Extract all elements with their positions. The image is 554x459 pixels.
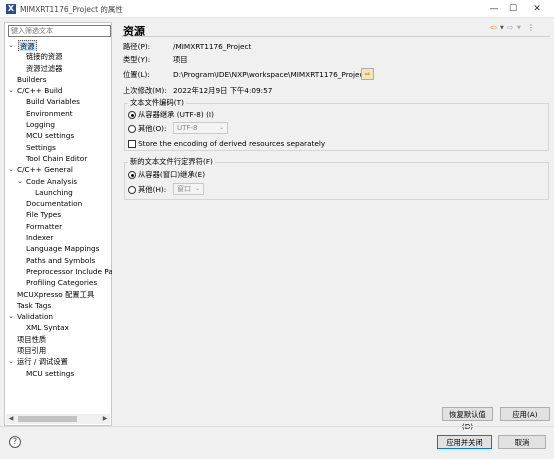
menu-icon[interactable]: ⋮ [527,23,535,32]
minimize-icon[interactable]: — [486,2,502,16]
property-tree: ⌄ 资源 链接的资源 资源过滤器 Builders ⌄ C/C++ Build … [5,40,112,379]
chevron-down-icon[interactable]: ⌄ [7,40,15,51]
scroll-left-icon[interactable]: ◀ [6,414,16,424]
tree-item-documentation[interactable]: Documentation [5,198,112,209]
tree-item-project-natures[interactable]: 项目性质 [5,334,112,345]
chevron-down-icon: ⌄ [194,185,200,192]
chevron-down-icon[interactable]: ⌄ [7,311,15,322]
navigation-pane: ⌄ 资源 链接的资源 资源过滤器 Builders ⌄ C/C++ Build … [4,22,112,426]
chevron-down-icon[interactable]: ⌄ [7,356,15,367]
encoding-legend: 文本文件编码(T) [128,98,186,108]
delimiter-other-label[interactable]: 其他(H): [138,185,166,195]
path-value: /MIMXRT1176_Project [173,42,252,51]
scroll-right-icon[interactable]: ▶ [100,414,110,424]
delimiter-inherit-label[interactable]: 从容器(窗口)继承(E) [138,170,205,180]
tree-item-language-mappings[interactable]: Language Mappings [5,243,112,254]
tree-item-xml-syntax[interactable]: XML Syntax [5,322,112,333]
tree-item-profiling-categories[interactable]: Profiling Categories [5,277,112,288]
scrollbar-thumb[interactable] [18,416,77,422]
tree-item-cpp-build[interactable]: ⌄ C/C++ Build [5,85,112,96]
tree-item-builders[interactable]: Builders [5,74,112,85]
tree-item-paths-and-symbols[interactable]: Paths and Symbols [5,255,112,266]
encoding-other-radio[interactable] [128,125,136,133]
tree-item-resource-filters[interactable]: 资源过滤器 [5,63,112,74]
chevron-down-icon[interactable]: ⌄ [16,176,24,187]
modified-value: 2022年12月9日 下午4:09:57 [173,86,273,95]
tree-item-launching[interactable]: Launching [5,187,112,198]
apply-button[interactable]: 应用(A) [500,407,550,421]
restore-defaults-button[interactable]: 恢复默认值(D) [442,407,493,431]
arrow-right-icon[interactable]: ⇨ [507,23,514,32]
tree-item-indexer[interactable]: Indexer [5,232,112,243]
cancel-button[interactable]: 取消 [498,435,546,449]
encoding-inherit-radio[interactable] [128,111,136,119]
chevron-down-icon[interactable]: ▼ [500,25,504,31]
tree-item-file-types[interactable]: File Types [5,209,112,220]
delimiter-select[interactable]: 窗口 ⌄ [173,183,204,195]
apply-and-close-button[interactable]: 应用并关闭 [437,435,492,449]
arrow-left-icon[interactable]: ⇦ [490,23,497,32]
bottom-divider [0,426,554,427]
chevron-down-icon[interactable]: ⌄ [7,85,15,96]
title-bar: X MIMXRT1176_Project 的属性 — ☐ ✕ [0,0,554,18]
help-icon[interactable]: ? [9,436,21,448]
type-label: 类型(Y): [123,55,151,64]
title-divider [121,36,550,37]
chevron-down-icon[interactable]: ⌄ [7,164,15,175]
folder-icon: ⇨ [364,70,371,78]
tree-item-run-mcu-settings[interactable]: MCU settings [5,368,112,379]
delimiter-inherit-radio[interactable] [128,171,136,179]
tree-item-linked-resources[interactable]: 链接的资源 [5,51,112,62]
window-title: MIMXRT1176_Project 的属性 [20,5,123,14]
chevron-down-icon[interactable]: ▼ [517,25,521,31]
delimiter-other-radio[interactable] [128,186,136,194]
tree-item-resource[interactable]: ⌄ 资源 [5,40,112,52]
location-label: 位置(L): [123,70,150,79]
chevron-down-icon: ⌄ [218,124,224,131]
line-delimiter-legend: 新的文本文件行定界符(F) [128,157,215,167]
filter-input[interactable] [8,25,111,37]
tree-item-project-references[interactable]: 项目引用 [5,345,112,356]
tree-item-environment[interactable]: Environment [5,108,112,119]
tree-item-mcuxpresso-config-tools[interactable]: MCUXpresso 配置工具 [5,289,112,300]
tree-item-validation[interactable]: ⌄ Validation [5,311,112,322]
location-value: D:\Program\IDE\NXP\workspace\MIMXRT1176_… [173,70,367,79]
tree-item-run-debug-settings[interactable]: ⌄ 运行 / 调试设置 [5,356,112,367]
tree-item-cpp-general[interactable]: ⌄ C/C++ General [5,164,112,175]
tree-item-build-variables[interactable]: Build Variables [5,96,112,107]
maximize-icon[interactable]: ☐ [505,2,521,16]
open-location-button[interactable]: ⇨ [361,68,374,80]
encoding-select[interactable]: UTF-8 ⌄ [173,122,228,134]
tree-item-code-analysis[interactable]: ⌄ Code Analysis [5,176,112,187]
app-icon: X [6,4,16,14]
tree-item-formatter[interactable]: Formatter [5,221,112,232]
tree-item-mcu-settings[interactable]: MCU settings [5,130,112,141]
horizontal-scrollbar[interactable]: ◀ ▶ [6,414,110,424]
encoding-inherit-label[interactable]: 从容器继承 (UTF-8) (I) [138,110,214,120]
tree-item-tool-chain-editor[interactable]: Tool Chain Editor [5,153,112,164]
type-value: 项目 [173,55,188,64]
tree-item-settings[interactable]: Settings [5,142,112,153]
store-derived-encoding-label[interactable]: Store the encoding of derived resources … [138,139,325,148]
close-icon[interactable]: ✕ [529,2,545,16]
path-label: 路径(P): [123,42,151,51]
tree-item-task-tags[interactable]: Task Tags [5,300,112,311]
modified-label: 上次修改(M): [123,86,167,95]
store-derived-encoding-checkbox[interactable] [128,140,136,148]
tree-item-preprocessor-include-paths[interactable]: Preprocessor Include Paths [5,266,112,277]
encoding-other-label[interactable]: 其他(O): [138,124,167,134]
tree-item-logging[interactable]: Logging [5,119,112,130]
